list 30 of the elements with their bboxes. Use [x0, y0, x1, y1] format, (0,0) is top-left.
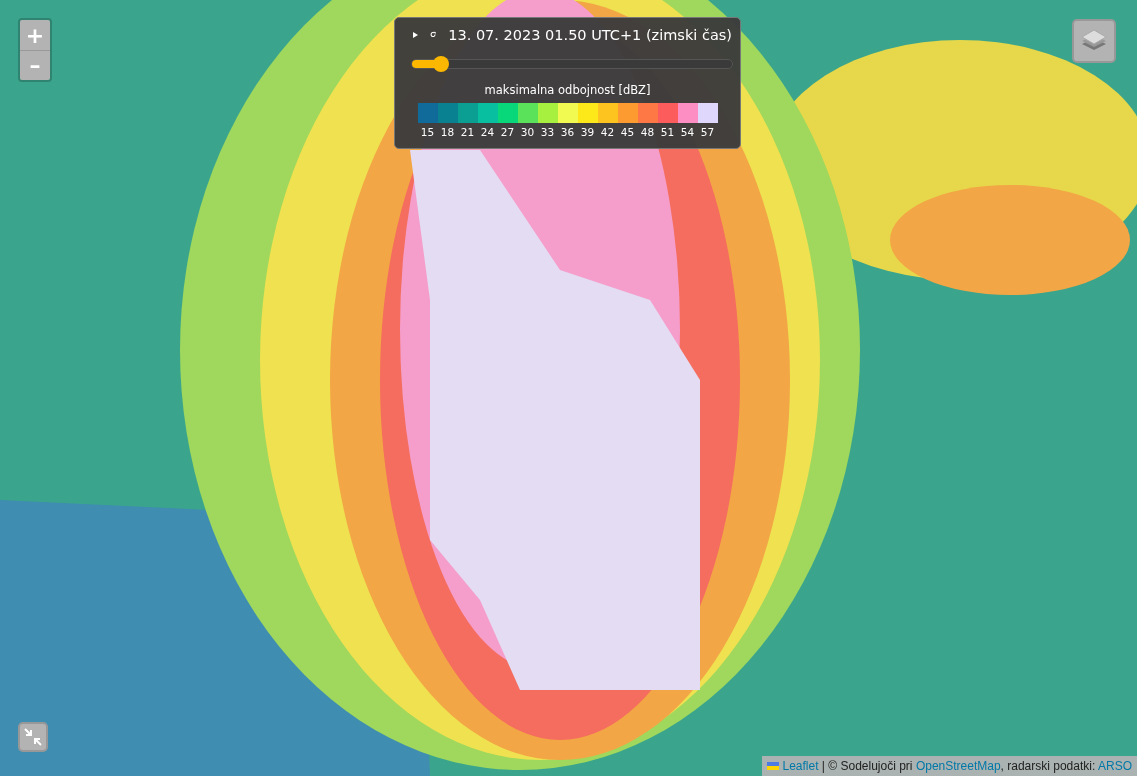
legend-label: 18: [439, 126, 456, 138]
legend-label: 51: [659, 126, 676, 138]
layers-icon: [1081, 29, 1107, 53]
zoom-in-button[interactable]: +: [20, 20, 50, 50]
legend-label: 33: [539, 126, 556, 138]
attribution-link[interactable]: Leaflet: [782, 759, 819, 773]
legend-label: 30: [519, 126, 536, 138]
legend-label: 57: [699, 126, 716, 138]
legend-label: 45: [619, 126, 636, 138]
time-slider[interactable]: [411, 59, 733, 69]
layers-button[interactable]: [1072, 19, 1116, 63]
legend-label: 42: [599, 126, 616, 138]
legend-label: 24: [479, 126, 496, 138]
flag-icon: [766, 762, 779, 770]
attribution-text: Leaflet | © Sodelujoči pri OpenStreetMap, radarski podatki: ARSO: [782, 759, 1132, 773]
legend-label: 54: [679, 126, 696, 138]
zoom-out-button[interactable]: –: [20, 50, 50, 80]
legend-label: 21: [459, 126, 476, 138]
attribution-link[interactable]: ARSO: [1098, 759, 1132, 773]
collapse-icon: [24, 728, 42, 746]
slider-thumb[interactable]: [432, 56, 449, 72]
legend-label: 27: [499, 126, 516, 138]
fullscreen-button[interactable]: [18, 722, 48, 752]
legend-label: 39: [579, 126, 596, 138]
timestamp: 13. 07. 2023 01.50 UTC+1 (zimski čas): [448, 26, 732, 43]
attribution-link[interactable]: OpenStreetMap: [915, 759, 1001, 773]
legend-title: maksimalna odbojnost [dBZ]: [484, 83, 651, 97]
legend-label: 36: [559, 126, 576, 138]
legend-label: 15: [419, 126, 436, 138]
legend-label: 48: [639, 126, 656, 138]
